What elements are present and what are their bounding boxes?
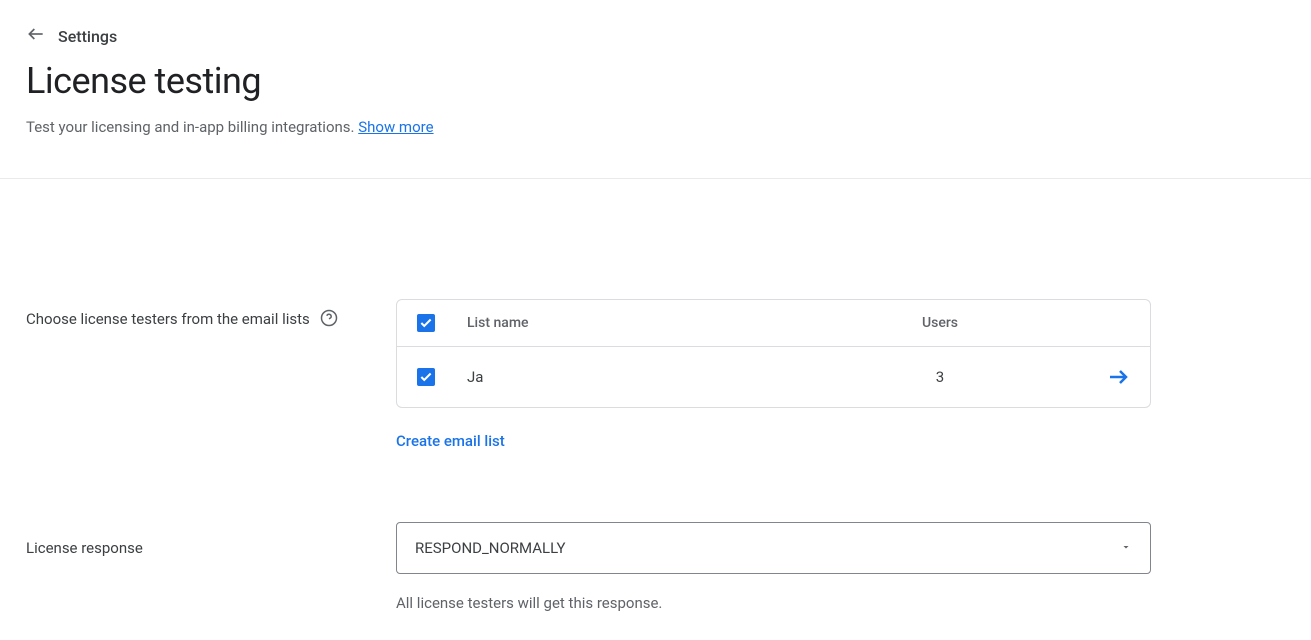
show-more-link[interactable]: Show more bbox=[358, 118, 433, 136]
table-header: List name Users bbox=[397, 300, 1150, 347]
back-arrow-icon[interactable] bbox=[26, 24, 46, 48]
table-row: Ja 3 bbox=[397, 347, 1150, 407]
page-subtitle-text: Test your licensing and in-app billing i… bbox=[26, 118, 358, 136]
row-name: Ja bbox=[467, 368, 800, 386]
license-response-select[interactable]: RESPOND_NORMALLY bbox=[396, 522, 1151, 574]
help-icon[interactable] bbox=[320, 309, 338, 331]
caret-down-icon bbox=[1120, 539, 1132, 557]
column-header-users: Users bbox=[800, 315, 1080, 331]
response-section-label: License response bbox=[26, 536, 143, 560]
page-title: License testing bbox=[26, 60, 1285, 102]
page-subtitle: Test your licensing and in-app billing i… bbox=[26, 118, 1285, 136]
row-checkbox[interactable] bbox=[417, 368, 435, 386]
select-all-checkbox[interactable] bbox=[417, 314, 435, 332]
response-helper-text: All license testers will get this respon… bbox=[396, 594, 1151, 612]
row-users: 3 bbox=[800, 368, 1080, 386]
breadcrumb[interactable]: Settings bbox=[26, 24, 1285, 48]
arrow-right-icon[interactable] bbox=[1106, 365, 1130, 389]
create-email-list-link[interactable]: Create email list bbox=[396, 432, 505, 450]
breadcrumb-label: Settings bbox=[58, 27, 117, 46]
select-value: RESPOND_NORMALLY bbox=[415, 539, 565, 557]
testers-section-label: Choose license testers from the email li… bbox=[26, 307, 310, 331]
email-lists-table: List name Users Ja 3 bbox=[396, 299, 1151, 408]
column-header-name: List name bbox=[467, 315, 800, 331]
